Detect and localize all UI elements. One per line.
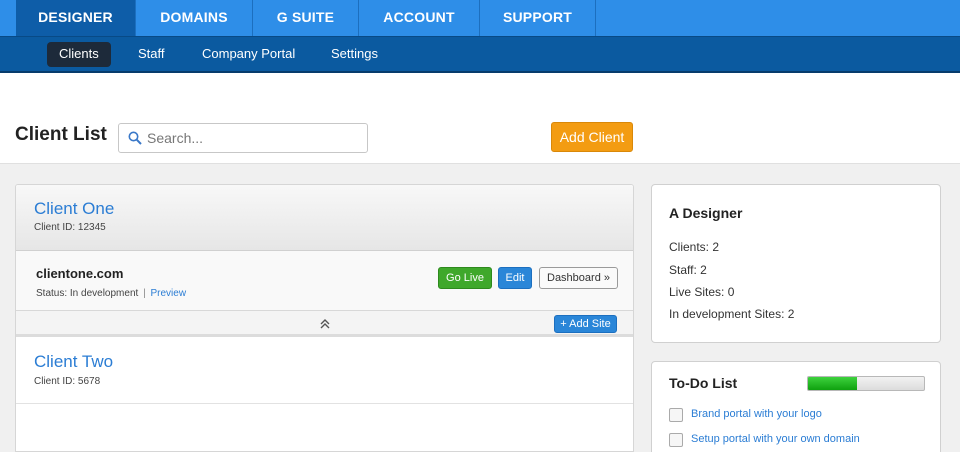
stat-clients: Clients: 2	[669, 240, 720, 254]
search-box[interactable]	[118, 123, 368, 153]
stat-staff: Staff: 2	[669, 263, 707, 277]
todo-progress-bar	[807, 376, 925, 391]
todo-progress-fill	[808, 377, 857, 390]
site-row: clientone.com Status: In development | P…	[16, 251, 633, 311]
site-status: Status: In development | Preview	[36, 288, 186, 299]
collapse-up-icon[interactable]	[320, 318, 330, 330]
search-icon	[128, 131, 142, 145]
add-site-button[interactable]: + Add Site	[554, 315, 617, 333]
preview-link[interactable]: Preview	[150, 288, 186, 299]
collapse-row: + Add Site	[16, 311, 633, 337]
todo-checkbox[interactable]	[669, 433, 683, 447]
tab-support[interactable]: SUPPORT	[480, 0, 596, 36]
todo-item-label[interactable]: Brand portal with your logo	[691, 408, 822, 420]
status-separator: |	[143, 288, 146, 299]
top-nav: DESIGNER DOMAINS G SUITE ACCOUNT SUPPORT	[0, 0, 960, 36]
subnav-settings[interactable]: Settings	[331, 42, 378, 67]
todo-title: To-Do List	[669, 375, 738, 391]
add-client-button[interactable]: Add Client	[551, 122, 633, 152]
client-card-header: Client One Client ID: 12345	[16, 185, 633, 251]
client-id: Client ID: 12345	[34, 222, 106, 233]
dashboard-button[interactable]: Dashboard »	[539, 267, 618, 289]
tab-g-suite[interactable]: G SUITE	[253, 0, 359, 36]
client-name-link[interactable]: Client One	[34, 199, 114, 219]
designer-panel: A Designer Clients: 2 Staff: 2 Live Site…	[651, 184, 941, 343]
search-input[interactable]	[147, 127, 362, 149]
client-id: Client ID: 5678	[34, 376, 101, 387]
subnav-staff[interactable]: Staff	[138, 42, 165, 67]
tab-domains[interactable]: DOMAINS	[136, 0, 253, 36]
edit-button[interactable]: Edit	[498, 267, 532, 289]
sub-nav: Clients Staff Company Portal Settings	[0, 36, 960, 73]
todo-checkbox[interactable]	[669, 408, 683, 422]
status-text: Status: In development	[36, 288, 139, 299]
subnav-clients[interactable]: Clients	[47, 42, 111, 67]
tab-designer[interactable]: DESIGNER	[16, 0, 136, 36]
client-list-panel: Client One Client ID: 12345 clientone.co…	[15, 184, 634, 452]
stat-live-sites: Live Sites: 0	[669, 285, 735, 299]
tab-account[interactable]: ACCOUNT	[359, 0, 480, 36]
client-card: Client Two Client ID: 5678	[16, 339, 633, 404]
site-domain: clientone.com	[36, 266, 124, 281]
subnav-company-portal[interactable]: Company Portal	[202, 42, 295, 67]
todo-item-label[interactable]: Setup portal with your own domain	[691, 433, 860, 445]
todo-panel: To-Do List Brand portal with your logo S…	[651, 361, 941, 452]
page-title: Client List	[15, 124, 107, 145]
stat-development-sites: In development Sites: 2	[669, 307, 795, 321]
go-live-button[interactable]: Go Live	[438, 267, 492, 289]
designer-title: A Designer	[669, 205, 743, 221]
client-name-link[interactable]: Client Two	[34, 352, 113, 372]
